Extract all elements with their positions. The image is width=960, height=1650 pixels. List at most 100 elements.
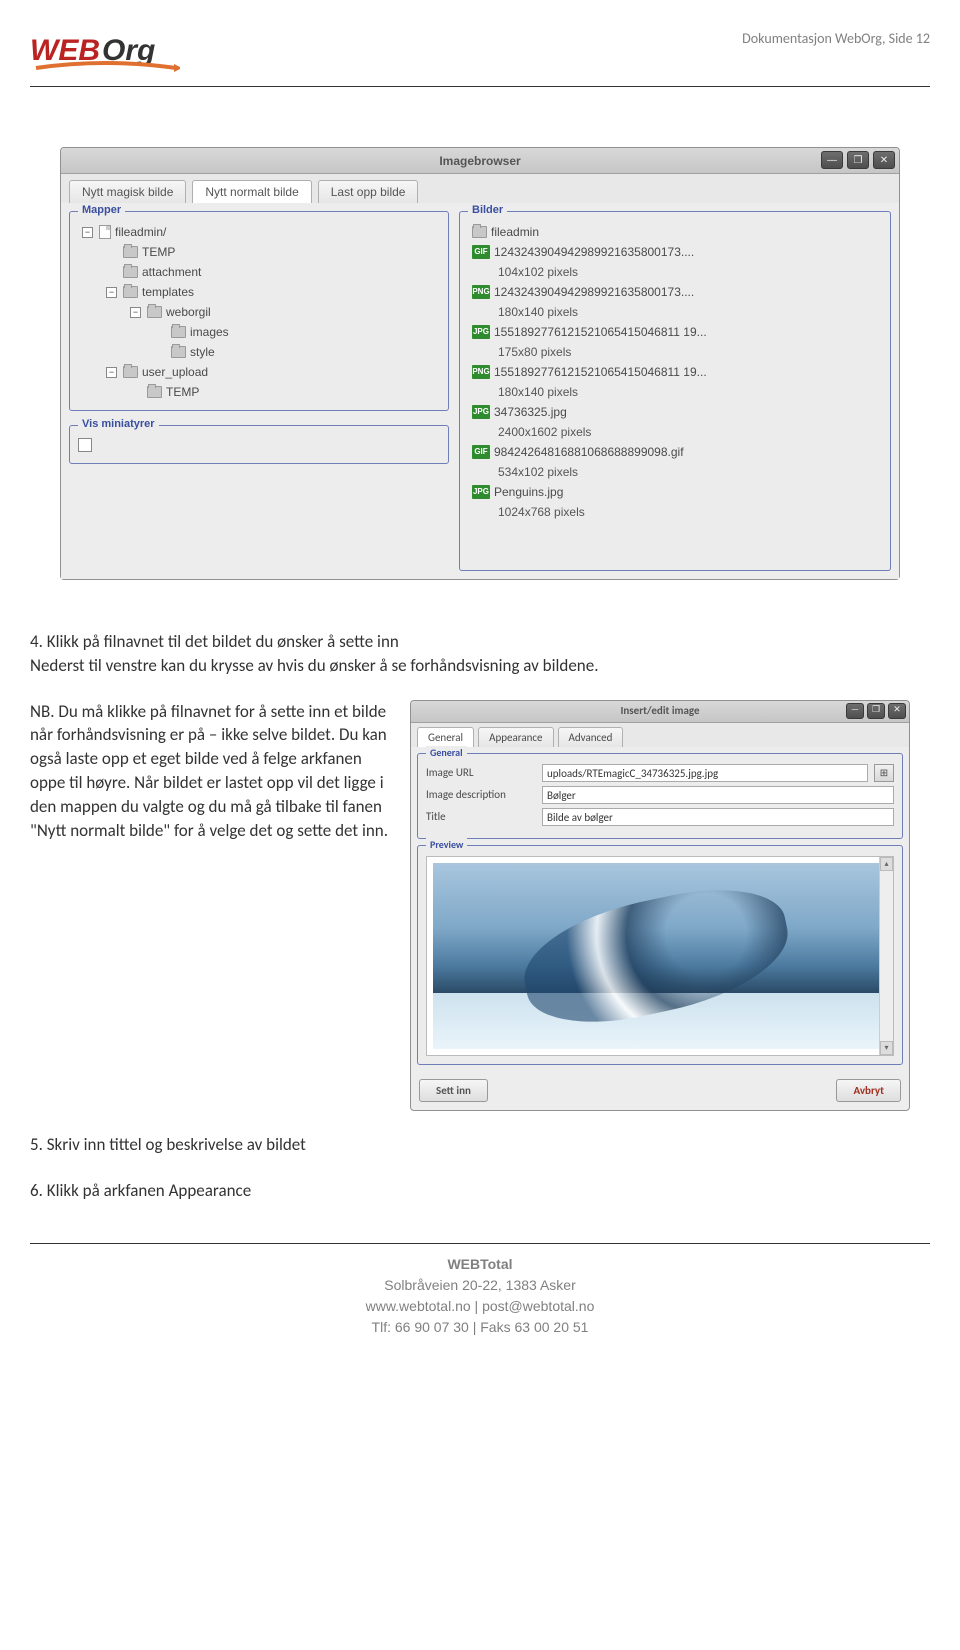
gif-icon: GIF	[472, 245, 490, 259]
tab-normal-image[interactable]: Nytt normalt bilde	[192, 180, 311, 203]
file-dimensions: 180x140 pixels	[472, 382, 882, 402]
tree-label: weborgil	[166, 302, 211, 322]
image-desc-label: Image description	[426, 787, 536, 802]
maximize-icon[interactable]: ❐	[847, 151, 869, 169]
folder-tree: −fileadmin/TEMPattachment−templates−webo…	[78, 222, 440, 402]
folder-icon	[472, 226, 487, 238]
insert-button[interactable]: Sett inn	[419, 1079, 488, 1102]
tree-label: style	[190, 342, 215, 362]
file-dimensions: 104x102 pixels	[472, 262, 882, 282]
imagebrowser-titlebar: Imagebrowser — ❐ ✕	[61, 148, 899, 174]
image-title-input[interactable]: Bilde av bølger	[542, 808, 894, 826]
tree-node[interactable]: − weborgil	[78, 302, 440, 322]
file-list: fileadminGIF1243243904942989921635800173…	[468, 222, 882, 522]
file-name: 1243243904942989921635800173....	[494, 282, 694, 302]
tree-node[interactable]: TEMP	[78, 242, 440, 262]
folders-legend: Mapper	[78, 204, 125, 216]
thumbnails-checkbox[interactable]	[78, 438, 92, 452]
tree-node[interactable]: style	[78, 342, 440, 362]
tab-upload-image[interactable]: Last opp bilde	[318, 180, 419, 203]
cancel-button[interactable]: Avbryt	[836, 1079, 901, 1102]
tree-node[interactable]: images	[78, 322, 440, 342]
tree-label: images	[190, 322, 229, 342]
tab-general[interactable]: General	[417, 727, 474, 747]
step-4: 4. Klikk på filnavnet til det bildet du …	[30, 630, 930, 678]
file-name: Penguins.jpg	[494, 482, 563, 502]
file-name: 34736325.jpg	[494, 402, 567, 422]
folder-icon	[147, 386, 162, 398]
folder-icon	[171, 326, 186, 338]
file-name: 1243243904942989921635800173....	[494, 242, 694, 262]
tree-label: TEMP	[166, 382, 199, 402]
general-legend: General	[426, 746, 467, 760]
file-entry[interactable]: GIF 1243243904942989921635800173....104x1…	[468, 242, 882, 282]
imagebrowser-tabs: Nytt magisk bilde Nytt normalt bilde Las…	[61, 174, 899, 203]
files-legend: Bilder	[468, 204, 507, 216]
file-name: 1551892776121521065415046811 19...	[494, 362, 707, 382]
jpg-icon: JPG	[472, 325, 490, 339]
tree-label: attachment	[142, 262, 201, 282]
file-dimensions: 180x140 pixels	[472, 302, 882, 322]
file-dimensions: 2400x1602 pixels	[472, 422, 882, 442]
minimize-icon[interactable]: —	[821, 151, 843, 169]
file-entry[interactable]: PNG 1551892776121521065415046811 19...180…	[468, 362, 882, 402]
tree-label: user_upload	[142, 362, 208, 382]
wave-image-icon	[433, 863, 879, 1049]
top-rule	[30, 86, 930, 87]
footer-address: Solbråveien 20-22, 1383 Asker	[30, 1275, 930, 1296]
footer-name: WEBTotal	[30, 1254, 930, 1275]
expand-icon[interactable]: −	[82, 227, 93, 238]
close-icon[interactable]: ✕	[873, 151, 895, 169]
nb-paragraph: NB. Du må klikke på filnavnet for å sett…	[30, 700, 390, 843]
footer-tel: Tlf: 66 90 07 30 | Faks 63 00 20 51	[30, 1317, 930, 1338]
maximize-icon[interactable]: ❐	[867, 703, 885, 719]
file-entry[interactable]: GIF98424264816881068688899098.gif534x102…	[468, 442, 882, 482]
folder-icon	[147, 306, 162, 318]
scroll-up-icon[interactable]: ▴	[880, 857, 893, 871]
footer: WEBTotal Solbråveien 20-22, 1383 Asker w…	[30, 1254, 930, 1338]
minimize-icon[interactable]: —	[846, 703, 864, 719]
file-entry[interactable]: JPG34736325.jpg2400x1602 pixels	[468, 402, 882, 442]
bottom-rule	[30, 1243, 930, 1244]
tab-advanced[interactable]: Advanced	[558, 727, 624, 747]
png-icon: PNG	[472, 365, 490, 379]
insert-image-title: Insert/edit image	[620, 703, 699, 718]
preview-legend: Preview	[426, 838, 467, 852]
png-icon: PNG	[472, 285, 490, 299]
tree-node[interactable]: −fileadmin/	[78, 222, 440, 242]
thumbnails-panel: Vis miniatyrer	[69, 425, 449, 464]
tree-node[interactable]: −templates	[78, 282, 440, 302]
tab-appearance[interactable]: Appearance	[478, 727, 553, 747]
files-panel: Bilder fileadminGIF124324390494298992163…	[459, 211, 891, 571]
folder-icon	[171, 346, 186, 358]
tree-node[interactable]: TEMP	[78, 382, 440, 402]
image-url-label: Image URL	[426, 765, 536, 780]
expand-icon[interactable]: −	[130, 307, 141, 318]
preview-scrollbar[interactable]: ▴ ▾	[879, 857, 893, 1055]
close-icon[interactable]: ✕	[888, 703, 906, 719]
file-entry[interactable]: PNG 1243243904942989921635800173....180x1…	[468, 282, 882, 322]
image-desc-input[interactable]: Bølger	[542, 786, 894, 804]
footer-web: www.webtotal.no | post@webtotal.no	[30, 1296, 930, 1317]
tab-magic-image[interactable]: Nytt magisk bilde	[69, 180, 186, 203]
folder-icon	[123, 286, 138, 298]
file-name: 98424264816881068688899098.gif	[494, 442, 684, 462]
file-name: fileadmin	[491, 222, 539, 242]
expand-icon[interactable]: −	[106, 287, 117, 298]
browse-icon[interactable]: ⊞	[874, 764, 894, 782]
expand-icon[interactable]: −	[106, 367, 117, 378]
file-entry[interactable]: JPG1551892776121521065415046811 19...175…	[468, 322, 882, 362]
file-name: 1551892776121521065415046811 19...	[494, 322, 707, 342]
gif-icon: GIF	[472, 445, 490, 459]
file-entry[interactable]: fileadmin	[468, 222, 882, 242]
scroll-down-icon[interactable]: ▾	[880, 1041, 893, 1055]
imagebrowser-window: Imagebrowser — ❐ ✕ Nytt magisk bilde Nyt…	[60, 147, 900, 580]
jpg-icon: JPG	[472, 485, 490, 499]
thumbnails-legend: Vis miniatyrer	[78, 418, 159, 430]
step-6: 6. Klikk på arkfanen Appearance	[30, 1179, 930, 1203]
image-url-input[interactable]: uploads/RTEmagicC_34736325.jpg.jpg	[542, 764, 868, 782]
file-entry[interactable]: JPGPenguins.jpg1024x768 pixels	[468, 482, 882, 522]
tree-node[interactable]: − user_upload	[78, 362, 440, 382]
tree-node[interactable]: attachment	[78, 262, 440, 282]
folder-icon	[123, 366, 138, 378]
